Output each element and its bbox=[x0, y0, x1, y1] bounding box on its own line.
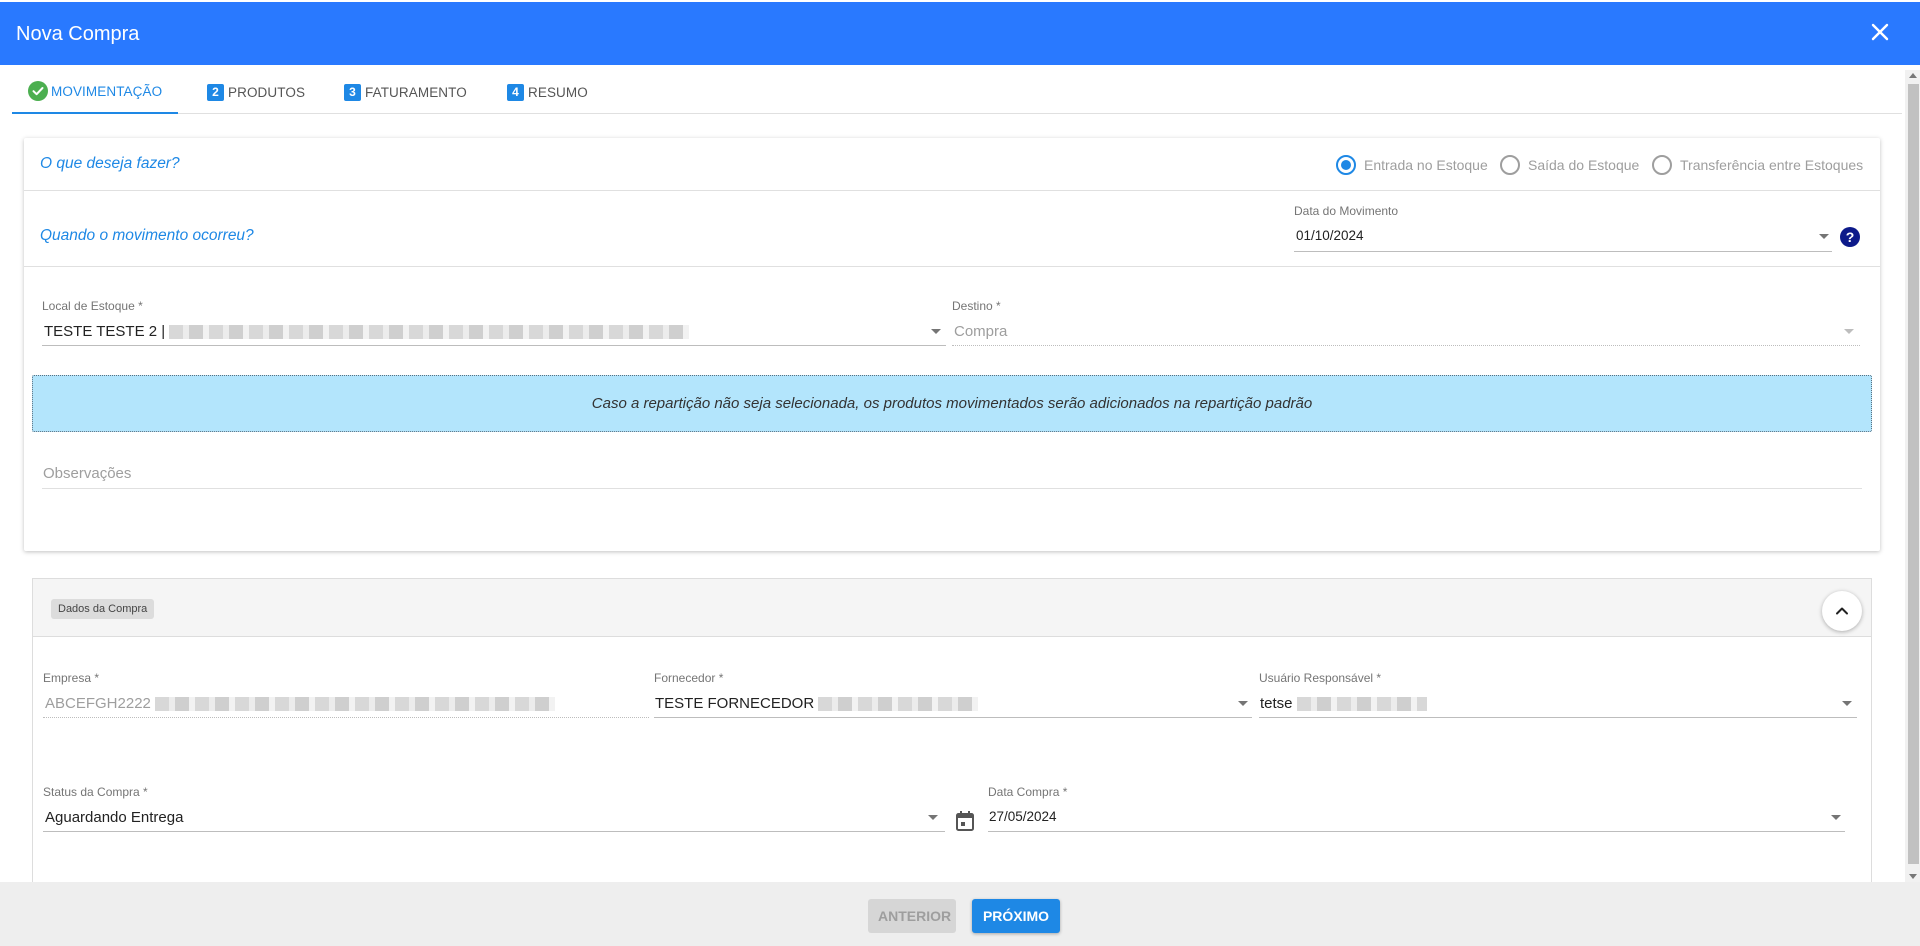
movement-date-underline bbox=[1294, 251, 1832, 252]
radio-circle bbox=[1652, 155, 1672, 175]
local-estoque-select[interactable]: TESTE TESTE 2 | bbox=[44, 323, 690, 340]
dialog-title: Nova Compra bbox=[16, 23, 140, 45]
wizard-footer: ANTERIOR PRÓXIMO bbox=[0, 882, 1920, 946]
movement-date-label: Data do Movimento bbox=[1294, 204, 1399, 218]
dropdown-caret-icon[interactable] bbox=[1831, 815, 1841, 820]
scroll-down-arrow-icon[interactable] bbox=[1909, 874, 1917, 879]
observacoes-underline bbox=[42, 488, 1862, 489]
tab-label: RESUMO bbox=[528, 84, 588, 100]
status-underline bbox=[43, 831, 945, 832]
tab-label: FATURAMENTO bbox=[365, 84, 467, 100]
usuario-select[interactable]: tetse bbox=[1260, 695, 1427, 712]
usuario-label: Usuário Responsável * bbox=[1259, 671, 1382, 685]
redacted-text bbox=[154, 697, 555, 712]
empresa-field: ABCEFGH2222 bbox=[45, 695, 555, 712]
close-icon[interactable] bbox=[1868, 20, 1892, 44]
vertical-scrollbar[interactable] bbox=[1905, 70, 1920, 882]
chevron-up-icon bbox=[1836, 607, 1848, 615]
redacted-text bbox=[818, 697, 979, 712]
observacoes-input[interactable]: Observações bbox=[43, 465, 131, 482]
radio-saida-estoque[interactable]: Saída do Estoque bbox=[1500, 155, 1639, 175]
divider bbox=[24, 266, 1880, 267]
purchase-panel-header[interactable]: Dados da Compra bbox=[33, 579, 1871, 637]
divider bbox=[24, 190, 1880, 191]
radio-entrada-estoque[interactable]: Entrada no Estoque bbox=[1336, 155, 1488, 175]
dropdown-caret-icon[interactable] bbox=[1238, 701, 1248, 706]
info-message: Caso a repartição não seja selecionada, … bbox=[32, 375, 1872, 432]
data-compra-label: Data Compra * bbox=[988, 785, 1068, 799]
local-estoque-label: Local de Estoque * bbox=[42, 299, 143, 313]
destino-underline bbox=[952, 345, 1860, 346]
radio-transferencia-estoques[interactable]: Transferência entre Estoques bbox=[1652, 155, 1863, 175]
tab-resumo[interactable]: 4 RESUMO bbox=[507, 70, 588, 114]
empresa-value: ABCEFGH2222 bbox=[45, 695, 151, 712]
tab-movimentacao[interactable]: MOVIMENTAÇÃO bbox=[12, 70, 178, 114]
collapse-button[interactable] bbox=[1822, 591, 1862, 631]
next-button[interactable]: PRÓXIMO bbox=[972, 899, 1060, 933]
data-compra-underline bbox=[988, 831, 1845, 832]
previous-button[interactable]: ANTERIOR bbox=[868, 899, 956, 933]
radio-label: Transferência entre Estoques bbox=[1680, 157, 1864, 173]
step-badge: 2 bbox=[207, 83, 224, 101]
redacted-text bbox=[1296, 697, 1427, 712]
movement-date-input[interactable]: 01/10/2024 bbox=[1296, 228, 1364, 243]
purchase-panel: Dados da Compra Empresa * ABCEFGH2222 Fo… bbox=[32, 578, 1872, 888]
fornecedor-value: TESTE FORNECEDOR bbox=[655, 695, 815, 712]
scroll-up-arrow-icon[interactable] bbox=[1909, 73, 1917, 78]
usuario-value: tetse bbox=[1260, 695, 1293, 712]
when-question: Quando o movimento ocorreu? bbox=[40, 227, 254, 244]
empresa-underline bbox=[43, 717, 649, 718]
dropdown-caret-icon[interactable] bbox=[1842, 701, 1852, 706]
help-icon[interactable]: ? bbox=[1840, 227, 1860, 247]
fornecedor-underline bbox=[654, 717, 1252, 718]
fornecedor-select[interactable]: TESTE FORNECEDOR bbox=[655, 695, 979, 712]
local-estoque-value: TESTE TESTE 2 | bbox=[44, 323, 166, 340]
dialog-header: Nova Compra bbox=[0, 2, 1920, 65]
dropdown-caret-icon[interactable] bbox=[928, 815, 938, 820]
dropdown-caret-icon[interactable] bbox=[1844, 329, 1854, 334]
data-compra-input[interactable]: 27/05/2024 bbox=[989, 809, 1057, 824]
section-chip: Dados da Compra bbox=[51, 599, 155, 619]
radio-label: Saída do Estoque bbox=[1528, 157, 1640, 173]
destino-select[interactable]: Compra bbox=[954, 323, 1007, 340]
tab-faturamento[interactable]: 3 FATURAMENTO bbox=[344, 70, 467, 114]
dropdown-caret-icon[interactable] bbox=[1819, 234, 1829, 239]
radio-circle bbox=[1500, 155, 1520, 175]
usuario-underline bbox=[1259, 717, 1857, 718]
tab-label: PRODUTOS bbox=[228, 84, 306, 100]
radio-circle bbox=[1336, 155, 1356, 175]
status-select[interactable]: Aguardando Entrega bbox=[45, 809, 183, 826]
movement-card: O que deseja fazer? Entrada no Estoque S… bbox=[24, 138, 1880, 551]
tab-produtos[interactable]: 2 PRODUTOS bbox=[207, 70, 305, 114]
redacted-text bbox=[169, 325, 690, 340]
local-estoque-underline bbox=[42, 345, 946, 346]
calendar-icon[interactable] bbox=[956, 811, 974, 831]
destino-label: Destino * bbox=[952, 299, 1001, 313]
step-badge: 3 bbox=[344, 83, 361, 101]
step-badge: 4 bbox=[507, 83, 524, 101]
fornecedor-label: Fornecedor * bbox=[654, 671, 724, 685]
movement-question: O que deseja fazer? bbox=[40, 155, 180, 172]
status-label: Status da Compra * bbox=[43, 785, 148, 799]
scrollbar-thumb[interactable] bbox=[1908, 84, 1919, 864]
dropdown-caret-icon[interactable] bbox=[931, 329, 941, 334]
tab-label: MOVIMENTAÇÃO bbox=[51, 83, 163, 99]
check-circle-icon bbox=[28, 81, 48, 101]
wizard-tabs: MOVIMENTAÇÃO 2 PRODUTOS 3 FATURAMENTO 4 … bbox=[12, 70, 1902, 114]
empresa-label: Empresa * bbox=[43, 671, 100, 685]
radio-label: Entrada no Estoque bbox=[1364, 157, 1488, 173]
